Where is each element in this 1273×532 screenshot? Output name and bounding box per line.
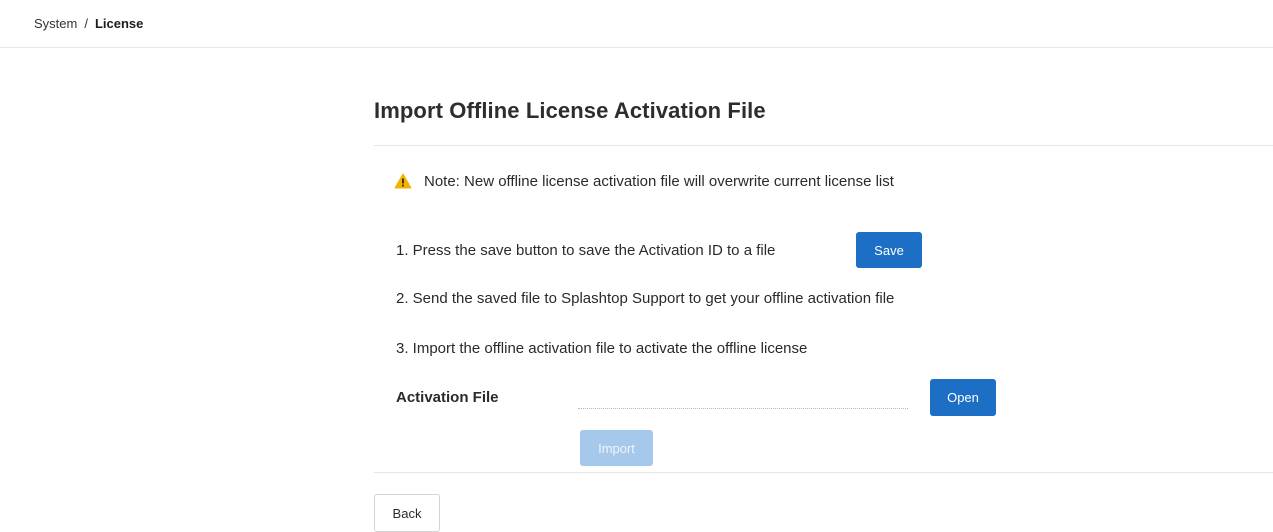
divider [374,145,1273,146]
note-text: Note: New offline license activation fil… [424,172,894,190]
activation-file-field[interactable] [578,392,908,409]
import-button[interactable]: Import [580,430,653,466]
breadcrumb-item-system[interactable]: System [34,16,77,31]
breadcrumb: System / License [34,16,143,31]
save-button[interactable]: Save [856,232,922,268]
breadcrumb-separator: / [84,16,88,31]
divider [374,472,1273,473]
step-1-text: 1. Press the save button to save the Act… [396,242,776,259]
warning-icon [394,173,412,189]
step-3-text: 3. Import the offline activation file to… [396,340,808,357]
page-title: Import Offline License Activation File [374,98,766,123]
top-bar: System / License [0,0,1273,48]
warning-note: Note: New offline license activation fil… [394,172,894,190]
open-button[interactable]: Open [930,379,996,416]
activation-file-label: Activation File [396,389,499,406]
back-button[interactable]: Back [374,494,440,532]
step-2-text: 2. Send the saved file to Splashtop Supp… [396,290,895,307]
breadcrumb-item-license: License [94,16,144,31]
